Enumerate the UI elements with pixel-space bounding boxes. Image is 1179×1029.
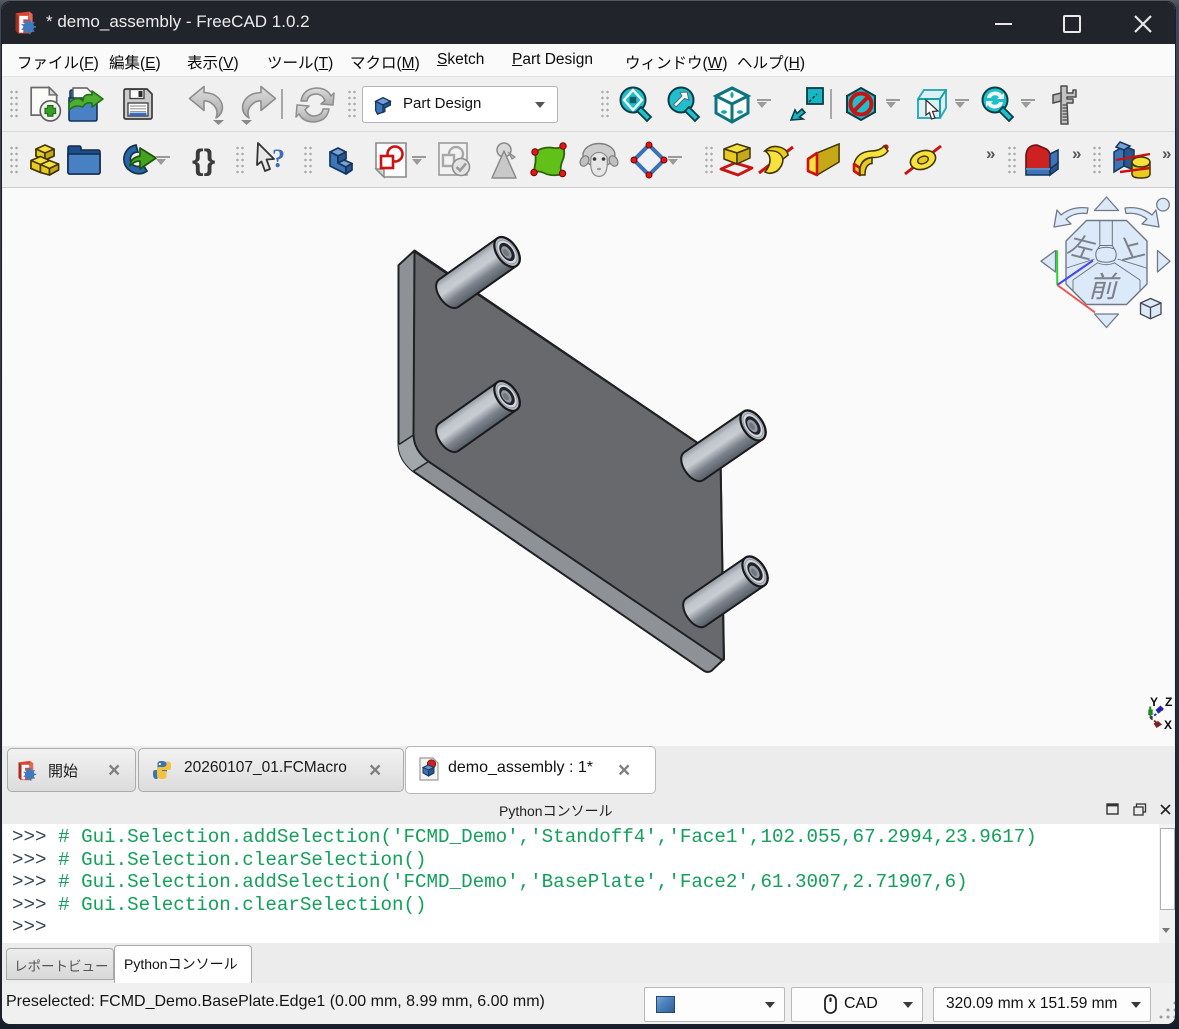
svg-text:Y: Y: [1150, 695, 1158, 709]
svg-text:Z: Z: [1165, 695, 1172, 709]
svg-text:X: X: [1164, 718, 1172, 732]
